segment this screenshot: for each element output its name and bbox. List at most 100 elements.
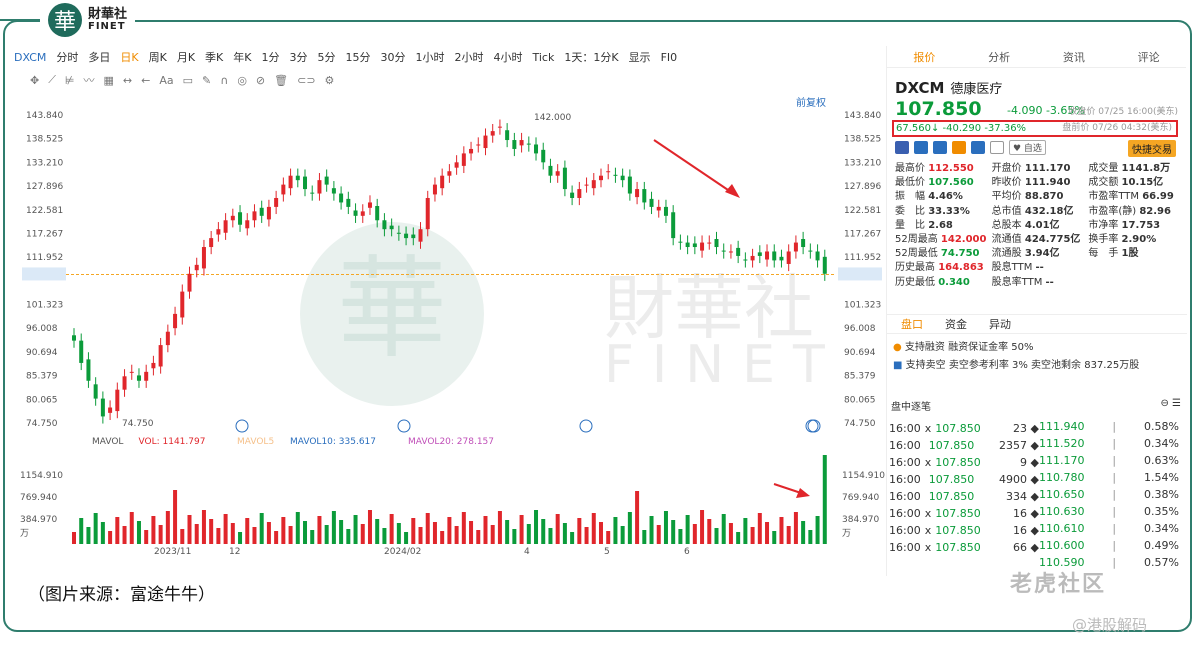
y-tick-label-right: 138.525: [844, 135, 881, 145]
settings-icon[interactable]: ⚙: [325, 74, 335, 87]
candle-body: [772, 251, 777, 261]
x-tick-label: 2024/02: [384, 547, 421, 557]
period-6[interactable]: 季K: [205, 49, 223, 65]
chart-icon[interactable]: [914, 141, 928, 154]
line-tool-icon[interactable]: ⟋: [48, 73, 56, 87]
crosshair-icon[interactable]: ✥: [30, 74, 39, 87]
fib-tool-icon[interactable]: ⊭: [65, 74, 75, 87]
stat-value: 74.750: [940, 248, 980, 260]
earnings-marker: [235, 419, 249, 433]
period-1[interactable]: 分时: [56, 49, 78, 65]
comment-icon[interactable]: ▭: [183, 74, 193, 87]
volume-bar: [353, 515, 358, 544]
stat-label: 流通股: [991, 248, 1025, 260]
period-9[interactable]: 3分: [289, 49, 307, 65]
magnet-icon[interactable]: ∩: [220, 74, 228, 87]
candle-body: [707, 242, 712, 244]
period-15[interactable]: 4小时: [493, 49, 522, 65]
volume-bar: [165, 511, 170, 544]
period-16[interactable]: Tick: [532, 51, 554, 64]
candle-body: [274, 197, 279, 207]
period-4[interactable]: 周K: [149, 49, 167, 65]
period-5[interactable]: 月K: [177, 49, 195, 65]
volume-bar: [490, 525, 495, 544]
candle-body: [627, 176, 632, 194]
stat-label: 52周最高: [895, 234, 941, 246]
period-17[interactable]: 1天：1分K: [564, 49, 618, 65]
add-watchlist-button[interactable]: ♥ 自选: [1009, 140, 1046, 155]
tab-orderbook[interactable]: 盘口: [901, 316, 923, 332]
period-11[interactable]: 15分: [345, 49, 370, 65]
tab-quote[interactable]: 报价: [887, 49, 962, 65]
stat-value: 1股: [1121, 248, 1139, 260]
quick-trade-button[interactable]: 快捷交易: [1128, 140, 1176, 157]
stat-value: 2.90%: [1121, 234, 1157, 246]
y-tick-label-right: 143.840: [844, 111, 881, 121]
book-row: 110.650 | 0.38%: [1039, 488, 1179, 501]
pencil-icon[interactable]: ✎: [202, 74, 211, 87]
volume-bar: [656, 525, 661, 544]
tab-capital[interactable]: 资金: [945, 316, 967, 332]
volume-bar: [274, 531, 279, 544]
tag-icon[interactable]: [971, 141, 985, 154]
volume-bar: [331, 511, 336, 544]
vol-tick-right: 1154.910: [842, 471, 885, 481]
hide-icon[interactable]: ⊘: [256, 74, 265, 87]
candle-body: [606, 171, 611, 173]
period-2[interactable]: 多日: [88, 49, 110, 65]
price-chart[interactable]: 華財華社 FINET 143.840 143.840 138.525 138.525 133…: [14, 92, 886, 562]
vol-legend: VOL: 1141.797: [139, 437, 206, 447]
ticks-title[interactable]: 盘中逐笔: [891, 398, 931, 413]
volume-bar: [288, 526, 293, 544]
text-tool[interactable]: Aa: [159, 74, 173, 87]
measure-tool-icon[interactable]: ↔: [123, 74, 132, 87]
s-icon[interactable]: [933, 141, 947, 154]
tab-abnormal[interactable]: 异动: [989, 316, 1011, 332]
period-12[interactable]: 30分: [380, 49, 405, 65]
volume-bar: [303, 521, 308, 544]
candle-body: [534, 144, 539, 154]
wave-tool-icon[interactable]: 〰: [84, 72, 95, 88]
x-tick-label: 12: [229, 547, 240, 557]
volume-bar: [180, 529, 185, 544]
doc-icon[interactable]: [990, 141, 1004, 154]
period-13[interactable]: 1小时: [415, 49, 444, 65]
volume-bar: [151, 516, 156, 544]
stat-label: 最高价: [895, 163, 929, 174]
candle-body: [187, 273, 192, 292]
candle-body: [613, 174, 618, 176]
period-0[interactable]: DXCM: [14, 51, 46, 64]
ticks-settings-icon[interactable]: ⊖ ☰: [1160, 398, 1181, 413]
trash-icon[interactable]: 🗑: [274, 74, 288, 87]
stat-value: 10.15亿: [1121, 177, 1164, 189]
tab-comments[interactable]: 评论: [1111, 49, 1186, 65]
candle-body: [317, 180, 322, 194]
candle-body: [786, 251, 791, 264]
stat-label: 成交额: [1088, 177, 1122, 189]
period-3[interactable]: 日K: [120, 49, 138, 65]
tab-analysis[interactable]: 分析: [962, 49, 1037, 65]
y-tick-label-right: 133.210: [844, 158, 881, 168]
grid-tool-icon[interactable]: ▦: [104, 74, 114, 87]
stat-label: 昨收价: [991, 177, 1025, 189]
period-14[interactable]: 2小时: [454, 49, 483, 65]
link-icon[interactable]: ⊂⊃: [297, 74, 315, 87]
stat-label: 市净率: [1088, 219, 1122, 231]
period-18[interactable]: 显示: [629, 49, 651, 65]
candle-body: [656, 206, 661, 211]
volume-bar: [728, 523, 733, 544]
period-19[interactable]: FI0: [661, 51, 678, 64]
candle-body: [736, 247, 741, 256]
stat-label: 振 幅: [895, 191, 929, 203]
book-row: 110.780 | 1.54%: [1039, 471, 1179, 484]
volume-bar: [606, 531, 611, 544]
arrow-tool-icon[interactable]: ←: [141, 74, 150, 87]
options-icon[interactable]: [952, 141, 966, 154]
stat-label: 52周最低: [895, 248, 941, 260]
tab-news[interactable]: 资讯: [1037, 49, 1112, 65]
period-7[interactable]: 年K: [233, 49, 251, 65]
eye-icon[interactable]: ◎: [237, 74, 247, 87]
orderbook-tabs: 盘口 资金 异动: [887, 314, 1187, 334]
period-10[interactable]: 5分: [317, 49, 335, 65]
period-8[interactable]: 1分: [261, 49, 279, 65]
